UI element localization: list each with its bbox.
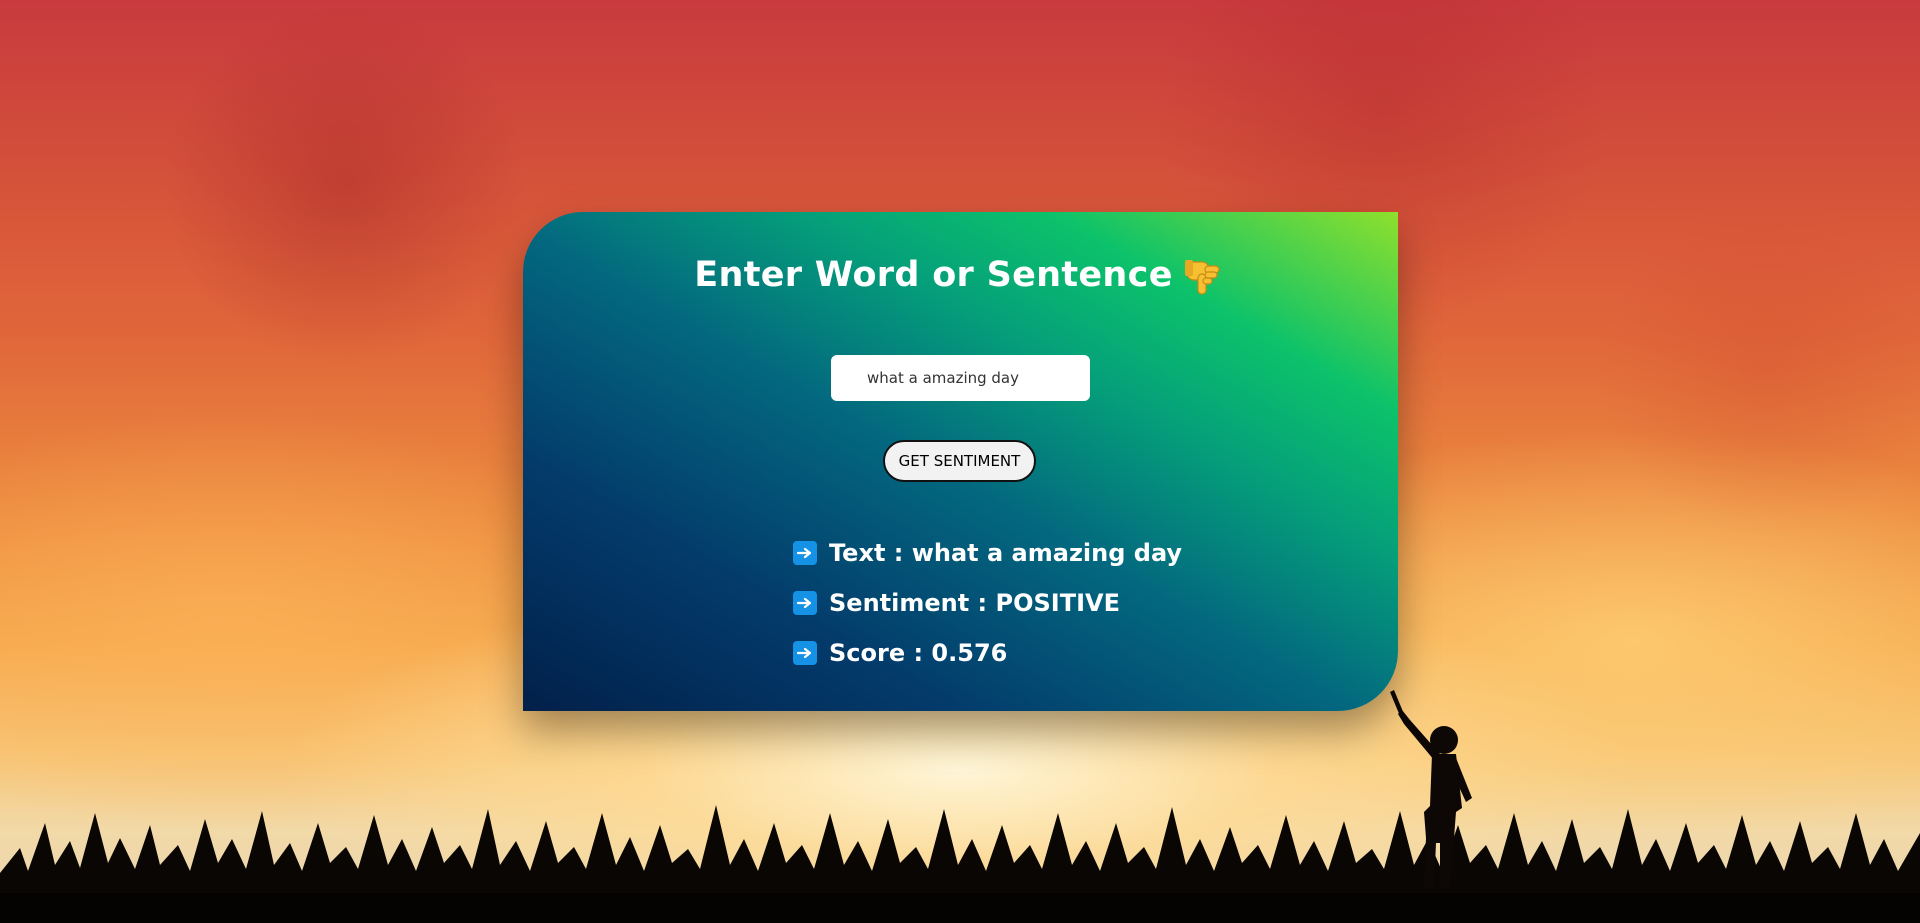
card-title: Enter Word or Sentence <box>523 254 1398 298</box>
pointing-down-hand-icon <box>1183 254 1227 298</box>
right-arrow-icon <box>793 641 817 665</box>
result-score-label: Score : 0.576 <box>829 639 1008 667</box>
sentence-input[interactable] <box>867 355 1087 401</box>
title-text: Enter Word or Sentence <box>694 255 1173 295</box>
result-row-text: Text : what a amazing day <box>793 528 1182 578</box>
get-sentiment-button[interactable]: GET SENTIMENT <box>883 440 1036 482</box>
grass-silhouette <box>0 805 1920 923</box>
result-row-sentiment: Sentiment : POSITIVE <box>793 578 1182 628</box>
child-silhouette <box>1390 690 1472 888</box>
sentiment-card: Enter Word or Sentence GET SENTIMENT <box>523 212 1398 711</box>
background-scene: Enter Word or Sentence GET SENTIMENT <box>0 0 1920 923</box>
sentence-input-box <box>831 355 1090 401</box>
right-arrow-icon <box>793 591 817 615</box>
result-text-label: Text : what a amazing day <box>829 539 1183 567</box>
result-row-score: Score : 0.576 <box>793 628 1182 678</box>
results-list: Text : what a amazing day Sentiment : PO… <box>793 528 1182 678</box>
result-sentiment-label: Sentiment : POSITIVE <box>829 589 1120 617</box>
right-arrow-icon <box>793 541 817 565</box>
